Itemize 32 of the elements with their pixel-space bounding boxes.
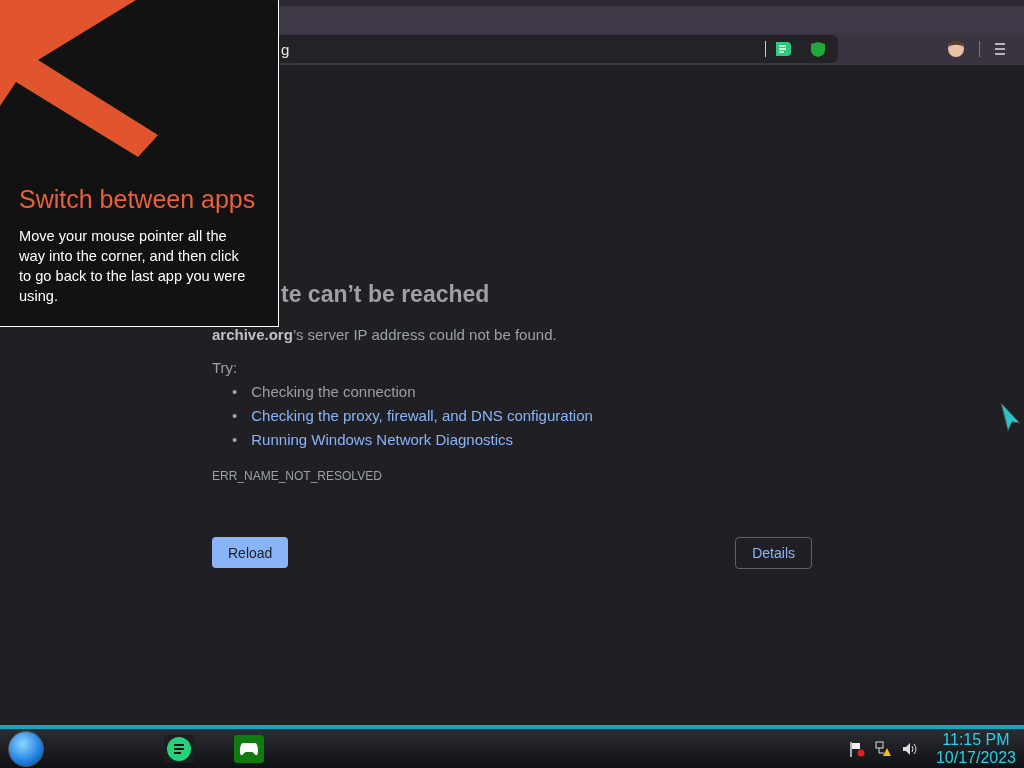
details-button[interactable]: Details — [735, 537, 812, 569]
arrow-icon — [0, 0, 158, 157]
bullet: • — [232, 430, 238, 449]
address-field[interactable]: g — [279, 35, 838, 63]
avatar-icon[interactable] — [948, 41, 964, 57]
flag-icon[interactable] — [848, 740, 865, 757]
taskbar-app-button[interactable] — [164, 734, 194, 763]
bullet: • — [232, 382, 238, 401]
suggestion-link[interactable]: Running Windows Network Diagnostics — [251, 430, 514, 449]
error-code: ERR_NAME_NOT_RESOLVED — [212, 469, 383, 483]
hint-text: Move your mouse pointer all the way into the corner, and then click to go back to the last app you were using. — [19, 227, 247, 306]
speaker-icon[interactable] — [901, 741, 918, 756]
chat-bubble-icon — [166, 735, 192, 762]
clock-date: 10/17/2023 — [935, 748, 1016, 767]
hint-title: Switch between apps — [19, 185, 257, 214]
suggestion-text: Checking the connection — [251, 382, 416, 401]
gamepad-icon — [239, 741, 259, 756]
cursor-icon — [999, 402, 1021, 432]
network-warning-icon[interactable] — [874, 740, 892, 757]
start-button[interactable] — [8, 730, 44, 767]
clock-time: 11:15 PM — [942, 730, 1010, 749]
address-text: g — [281, 40, 291, 58]
bullet: • — [232, 406, 238, 425]
chat-bubble-icon[interactable] — [774, 41, 792, 57]
try-label: Try: — [212, 359, 239, 376]
taskbar-app-button[interactable] — [234, 734, 264, 763]
suggestion-link[interactable]: Checking the proxy, firewall, and DNS configuration — [251, 406, 593, 425]
shield-icon[interactable] — [810, 40, 826, 58]
error-message: archive.org’s server IP address could not be found. — [212, 326, 558, 343]
menu-icon[interactable] — [995, 43, 1005, 55]
error-heading: te can’t be reached — [281, 281, 491, 307]
reload-button[interactable]: Reload — [212, 537, 289, 568]
